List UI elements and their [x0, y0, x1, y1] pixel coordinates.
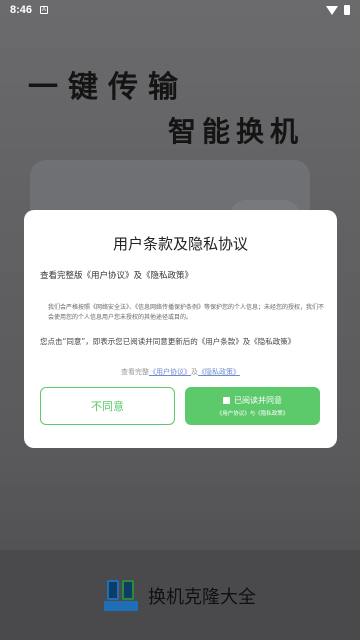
privacy-dialog: 用户条款及隐私协议 查看完整版《用户协议》及《隐私政策》 我们会严格按照《网络安… — [24, 210, 337, 448]
status-time: 8:46 — [10, 4, 33, 16]
app-name: 换机克隆大全 — [148, 587, 256, 608]
user-agreement-link[interactable]: 《用户协议》 — [149, 368, 191, 376]
slogan-line-2: 智能换机 — [168, 115, 305, 148]
wifi-icon — [326, 5, 338, 15]
link-and: 及 — [191, 368, 198, 376]
app-logo-icon — [104, 580, 138, 612]
disagree-button[interactable]: 不同意 — [40, 387, 175, 425]
agree-label: 已阅读并同意 — [234, 396, 282, 405]
battery-icon — [344, 5, 350, 15]
checkbox-icon — [223, 397, 230, 404]
agree-button[interactable]: 已阅读并同意 《用户协议》与《隐私政策》 — [185, 387, 320, 425]
status-bar: 8:46 A — [0, 0, 360, 20]
dialog-link-row: 查看完整《用户协议》及《隐私政策》 — [24, 367, 337, 377]
dialog-intro: 查看完整版《用户协议》及《隐私政策》 — [40, 271, 194, 281]
dialog-consent-text: 您点击“同意”，即表示您已阅读并同意更新后的《用户条款》及《隐私政策》 — [40, 337, 296, 346]
privacy-policy-link[interactable]: 《隐私政策》 — [198, 368, 240, 376]
link-prefix: 查看完整 — [121, 368, 149, 376]
dialog-title: 用户条款及隐私协议 — [112, 235, 248, 253]
dialog-notice: 我们会严格按照《网络安全法》、《信息网络传播保护条例》等保护您的个人信息；未经您… — [48, 304, 325, 321]
brand-block: 换机克隆大全 — [104, 580, 256, 612]
slogan-line-1: 一键传输 — [28, 70, 188, 105]
agree-sublabel: 《用户协议》与《隐私政策》 — [216, 411, 289, 417]
notification-icon: A — [40, 6, 49, 14]
